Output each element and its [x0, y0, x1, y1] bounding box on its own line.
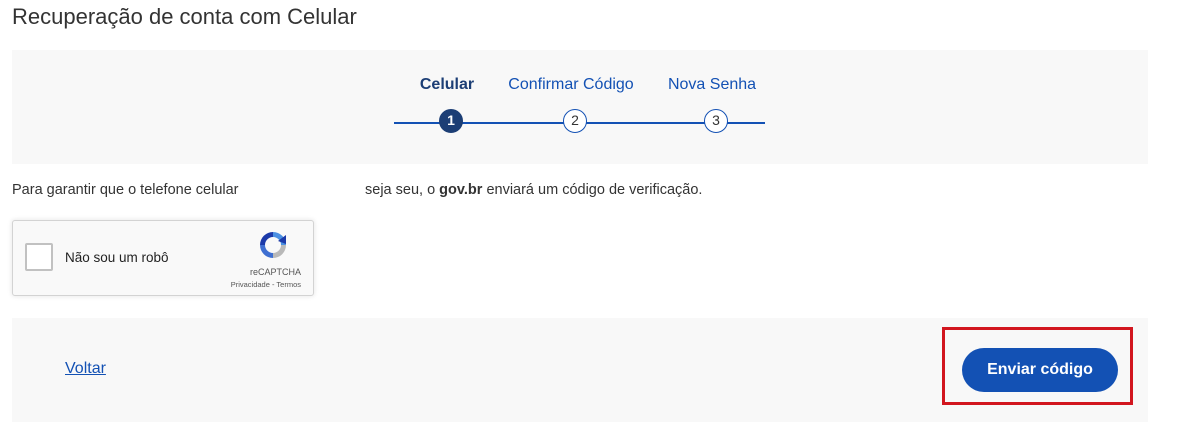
recaptcha-icon — [260, 232, 286, 258]
recaptcha-label: Não sou um robô — [65, 250, 169, 265]
recaptcha-links[interactable]: Privacidade - Termos — [231, 280, 301, 289]
recaptcha-brand: reCAPTCHA — [249, 267, 301, 277]
info-text-verificacao: enviará um código de verificação. — [486, 182, 703, 198]
info-text-end: seja seu, o gov.br enviará um código de … — [365, 182, 702, 198]
send-code-button[interactable]: Enviar código — [962, 348, 1118, 392]
recaptcha-checkbox[interactable] — [25, 243, 53, 271]
info-text-seja-seu: seja seu, o — [365, 182, 436, 198]
step-circle-3: 3 — [704, 109, 728, 133]
step-label-celular: Celular — [419, 76, 475, 93]
step-circle-2: 2 — [563, 109, 587, 133]
back-link[interactable]: Voltar — [65, 360, 106, 378]
stepper-panel: Celular Confirmar Código Nova Senha 1 2 … — [12, 50, 1148, 164]
info-text-start: Para garantir que o telefone celular — [12, 182, 239, 198]
step-circle-1: 1 — [439, 109, 463, 133]
recaptcha-widget: Não sou um robô reCAPTCHA Privacidade - … — [12, 220, 314, 296]
step-label-confirmar-codigo: Confirmar Código — [508, 76, 634, 93]
footer-panel: Voltar Enviar código — [12, 318, 1148, 422]
step-label-nova-senha: Nova Senha — [667, 76, 757, 93]
page-title: Recuperação de conta com Celular — [12, 4, 357, 29]
govbr-brand: gov.br — [439, 182, 483, 198]
